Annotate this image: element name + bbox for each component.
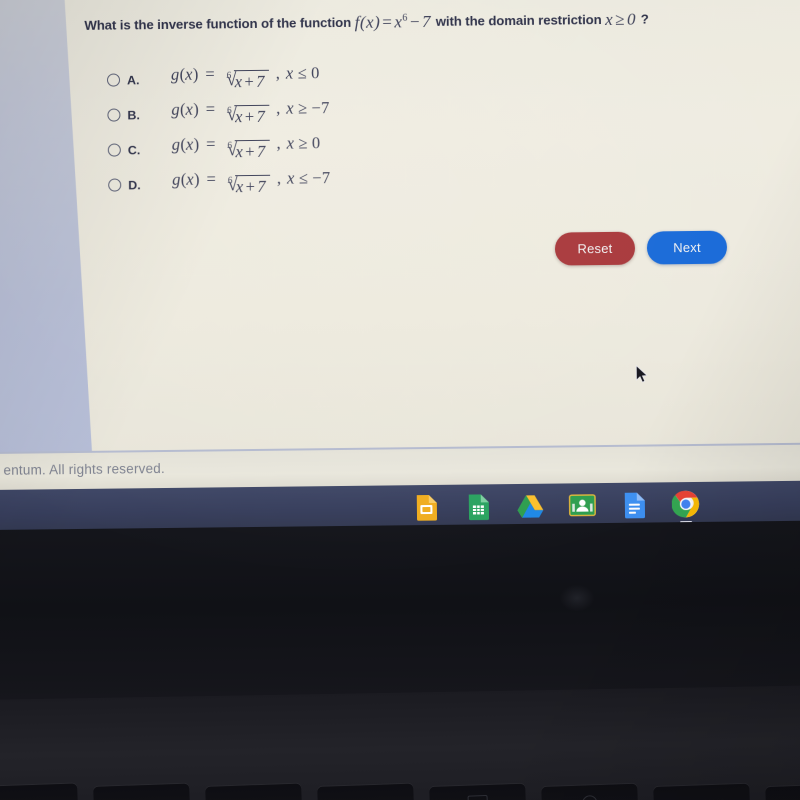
- option-condition-d: x ≤ −7: [286, 168, 331, 188]
- keyboard-key: [317, 783, 415, 800]
- laptop-keyboard-deck: [0, 685, 800, 800]
- option-letter-b: B.: [127, 107, 140, 122]
- radio-button-a[interactable]: [107, 73, 120, 86]
- option-letter-c: C.: [127, 142, 141, 157]
- question-function-expression: f(x) = x6−7: [354, 11, 436, 32]
- option-comma-d: ,: [276, 168, 282, 188]
- option-expression-b: g(x) = 6 √ x +7 , x ≥ −7: [171, 98, 330, 129]
- radical-index-c: 6: [227, 140, 233, 151]
- reset-button[interactable]: Reset: [555, 232, 635, 266]
- answer-options-list: A. g(x) = 6 √ x +7 , x ≤0 B. g (x) = 6…: [107, 57, 609, 203]
- option-condition-a: x ≤0: [285, 63, 320, 83]
- option-comma-c: ,: [276, 133, 281, 153]
- keyboard-key: [653, 783, 751, 800]
- option-comma-b: ,: [276, 98, 281, 118]
- option-expression-a: g(x) = 6 √ x +7 , x ≤0: [171, 63, 320, 94]
- radio-button-c[interactable]: [108, 143, 121, 156]
- keyboard-key: [541, 783, 639, 800]
- radical-index-b: 6: [227, 105, 232, 116]
- shelf-item-chrome[interactable]: [671, 488, 701, 524]
- option-condition-b: x ≥ −7: [286, 98, 330, 118]
- radio-button-b[interactable]: [107, 108, 120, 121]
- google-classroom-icon: [568, 494, 596, 517]
- radical-icon-c: 6 √ x +7: [224, 141, 274, 164]
- option-letter-a: A.: [126, 72, 140, 87]
- screenshot-root: What is the inverse function of the func…: [0, 0, 800, 800]
- keyboard-key: [205, 783, 303, 800]
- copyright-text: entum. All rights reserved.: [3, 461, 165, 478]
- google-chrome-icon: [671, 490, 700, 518]
- radical-index-d: 6: [227, 175, 233, 186]
- shelf-item-sheets[interactable]: [463, 490, 493, 522]
- option-row-c[interactable]: C. g(x) = 6 √ x +7 , x ≥0: [108, 127, 608, 168]
- question-lead: What is the inverse function of the func…: [84, 14, 352, 33]
- google-sheets-icon: [468, 493, 489, 520]
- option-row-d[interactable]: D. g(x) = 6 √ x +7 , x ≤ −7: [108, 162, 608, 203]
- option-expression-d: g(x) = 6 √ x +7 , x ≤ −7: [172, 168, 331, 199]
- question-terminator: ?: [640, 11, 649, 27]
- radical-index-a: 6: [226, 70, 232, 81]
- quiz-content-card: What is the inverse function of the func…: [64, 0, 800, 459]
- question-text: What is the inverse function of the func…: [84, 9, 800, 34]
- mouse-pointer-icon: [635, 364, 648, 385]
- option-row-b[interactable]: B. g(x) = 6 √ x +7 , x ≥ −7: [107, 92, 607, 133]
- next-button[interactable]: Next: [647, 231, 727, 265]
- question-domain-restriction: x ≥0: [605, 9, 641, 29]
- option-expression-c: g(x) = 6 √ x +7 , x ≥0: [172, 133, 321, 164]
- shelf-item-drive[interactable]: [515, 490, 545, 522]
- radical-icon-d: 6 √ x +7: [225, 176, 275, 199]
- hp-logo-icon: [559, 584, 595, 612]
- option-letter-d: D.: [128, 177, 141, 192]
- option-row-a[interactable]: A. g(x) = 6 √ x +7 , x ≤0: [107, 57, 607, 98]
- radical-icon-a: 6 √ x +7: [224, 71, 274, 94]
- google-slides-icon: [416, 494, 437, 521]
- keyboard-key: [429, 783, 527, 800]
- power-key-icon: [582, 795, 598, 800]
- google-drive-icon: [517, 494, 543, 518]
- radio-button-d[interactable]: [108, 178, 121, 191]
- keyboard-key: [765, 783, 800, 800]
- shelf-item-classroom[interactable]: [567, 489, 597, 521]
- display-key-icon: [467, 794, 489, 800]
- radical-icon-b: 6 √ x +7: [224, 106, 274, 129]
- option-comma-a: ,: [275, 63, 280, 83]
- question-mid: with the domain restriction: [435, 12, 602, 29]
- laptop-screen: What is the inverse function of the func…: [0, 0, 800, 530]
- keyboard-key: [0, 783, 79, 800]
- keyboard-key: [93, 783, 191, 800]
- shelf-item-docs[interactable]: [619, 489, 649, 521]
- shelf-icon-list: [411, 488, 701, 524]
- shelf-item-slides[interactable]: [411, 491, 441, 523]
- google-docs-icon: [624, 492, 645, 518]
- option-condition-c: x ≥0: [286, 133, 321, 153]
